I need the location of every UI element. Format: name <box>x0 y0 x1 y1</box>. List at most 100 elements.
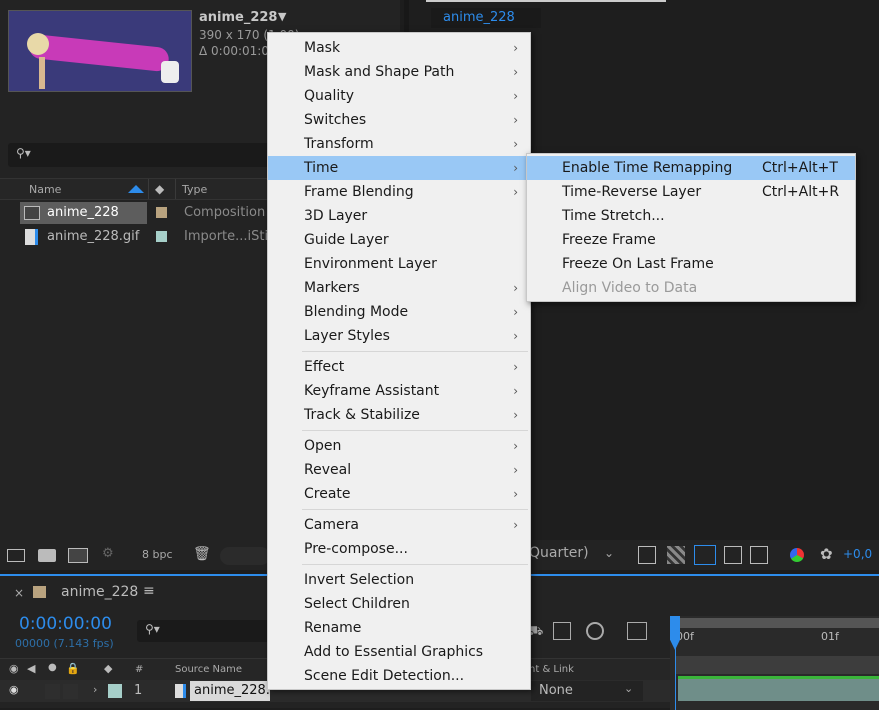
menu-separator <box>302 564 528 565</box>
type-column-header[interactable]: Type <box>182 183 207 196</box>
chevron-right-icon[interactable]: › <box>93 683 97 696</box>
menu-item-track-stabilize[interactable]: Track & Stabilize › <box>268 403 530 427</box>
menu-item-add-to-essential-graphics[interactable]: Add to Essential Graphics <box>268 640 530 664</box>
lock-icon[interactable]: 🔒 <box>66 662 80 675</box>
menu-item-freeze-on-last-frame[interactable]: Freeze On Last Frame <box>527 252 855 276</box>
new-folder-icon[interactable] <box>38 549 56 562</box>
channel-icon[interactable] <box>790 548 804 562</box>
layer-duration-bar[interactable] <box>678 679 879 701</box>
menu-item-time[interactable]: Time › <box>268 156 530 180</box>
menu-item-time-reverse-layer[interactable]: Time-Reverse Layer Ctrl+Alt+R <box>527 180 855 204</box>
label-color-swatch[interactable] <box>156 207 167 218</box>
new-composition-icon[interactable] <box>68 548 88 563</box>
timeline-track-area[interactable]: 00f 01f <box>670 616 879 710</box>
menu-item-blending-mode[interactable]: Blending Mode › <box>268 300 530 324</box>
menu-item-invert-selection[interactable]: Invert Selection <box>268 568 530 592</box>
label-color-swatch[interactable] <box>156 231 167 242</box>
menu-item-effect[interactable]: Effect › <box>268 355 530 379</box>
menu-item-pre-compose[interactable]: Pre-compose... <box>268 537 530 561</box>
menu-item-create[interactable]: Create › <box>268 482 530 506</box>
submenu-arrow-icon: › <box>513 41 518 55</box>
region-of-interest-icon[interactable] <box>724 546 742 564</box>
trash-icon[interactable]: 🗑 <box>193 546 211 562</box>
mask-visibility-icon[interactable] <box>694 545 716 565</box>
label-color-swatch[interactable] <box>108 684 122 698</box>
timeline-tab[interactable]: anime_228 <box>61 584 138 600</box>
menu-item-keyframe-assistant[interactable]: Keyframe Assistant › <box>268 379 530 403</box>
menu-item-frame-blending[interactable]: Frame Blending › <box>268 180 530 204</box>
footage-file-icon <box>175 684 186 698</box>
number-column-header: # <box>135 664 144 675</box>
panel-menu-icon[interactable]: ≡ <box>143 583 155 599</box>
search-icon: ⚲▾ <box>145 622 160 636</box>
graph-editor-icon[interactable] <box>627 622 647 640</box>
transparency-grid-icon[interactable] <box>667 546 685 564</box>
chevron-down-icon[interactable]: ⌄ <box>604 546 614 560</box>
time-submenu: Enable Time Remapping Ctrl+Alt+T Time-Rev… <box>526 153 856 302</box>
menu-item-open[interactable]: Open › <box>268 434 530 458</box>
menu-item-3d-layer[interactable]: 3D Layer <box>268 204 530 228</box>
source-name-column-header[interactable]: Source Name <box>175 664 242 675</box>
work-area-bar[interactable] <box>670 618 879 628</box>
menu-item-transform[interactable]: Transform › <box>268 132 530 156</box>
submenu-arrow-icon: › <box>513 360 518 374</box>
current-time-display[interactable]: 0:00:00:00 <box>19 614 112 634</box>
timeline-search-input[interactable]: ⚲▾ <box>137 620 270 642</box>
name-column-header[interactable]: Name <box>29 183 61 196</box>
frame-blending-icon[interactable] <box>553 622 571 640</box>
viewer-tab[interactable]: anime_228 <box>431 8 541 28</box>
menu-item-scene-edit-detection[interactable]: Scene Edit Detection... <box>268 664 530 688</box>
menu-item-switches[interactable]: Switches › <box>268 108 530 132</box>
menu-item-time-stretch[interactable]: Time Stretch... <box>527 204 855 228</box>
submenu-arrow-icon: › <box>513 463 518 477</box>
menu-separator <box>302 430 528 431</box>
menu-item-camera[interactable]: Camera › <box>268 513 530 537</box>
label-tag-icon[interactable]: ◆ <box>155 182 164 196</box>
menu-item-mask-and-shape-path[interactable]: Mask and Shape Path › <box>268 60 530 84</box>
menu-item-environment-layer[interactable]: Environment Layer <box>268 252 530 276</box>
reset-exposure-icon[interactable]: ✿ <box>820 545 833 563</box>
chevron-down-icon[interactable]: ⌄ <box>624 682 633 695</box>
search-icon: ⚲▾ <box>16 146 31 160</box>
project-item-row[interactable]: anime_228.gif Importe...iStill <box>0 226 275 248</box>
sort-ascending-icon[interactable] <box>128 185 144 193</box>
menu-item-rename[interactable]: Rename <box>268 616 530 640</box>
solo-icon[interactable]: ● <box>48 662 57 673</box>
menu-item-markers[interactable]: Markers › <box>268 276 530 300</box>
comp-dropdown-icon[interactable]: ▼ <box>278 10 286 23</box>
menu-item-mask[interactable]: Mask › <box>268 36 530 60</box>
submenu-arrow-icon: › <box>513 305 518 319</box>
fast-preview-icon[interactable] <box>638 546 656 564</box>
resolution-dropdown[interactable]: Quarter) <box>529 545 589 561</box>
parent-link-column-header[interactable]: nt & Link <box>529 664 574 675</box>
menu-item-reveal[interactable]: Reveal › <box>268 458 530 482</box>
audio-icon[interactable]: ◀ <box>27 662 35 675</box>
motion-blur-icon[interactable] <box>586 622 604 640</box>
frame-counter: 00000 (7.143 fps) <box>15 637 114 650</box>
layer-name-field[interactable]: anime_228.gif <box>190 681 270 701</box>
project-column-header: Name ◆ Type <box>0 178 270 200</box>
menu-item-guide-layer[interactable]: Guide Layer <box>268 228 530 252</box>
playhead[interactable] <box>670 616 680 650</box>
layer-number: 1 <box>134 683 143 698</box>
composition-thumbnail <box>8 10 192 92</box>
submenu-arrow-icon: › <box>513 185 518 199</box>
interpret-footage-icon[interactable] <box>7 549 25 562</box>
label-tag-icon[interactable]: ◆ <box>104 662 112 675</box>
submenu-arrow-icon: › <box>513 113 518 127</box>
bpc-button[interactable]: 8 bpc <box>142 548 173 561</box>
menu-item-enable-time-remapping[interactable]: Enable Time Remapping Ctrl+Alt+T <box>527 156 855 180</box>
project-item-type: Composition <box>184 205 266 220</box>
project-settings-icon[interactable]: ⚙ <box>102 546 114 561</box>
menu-item-select-children[interactable]: Select Children <box>268 592 530 616</box>
project-search-input[interactable]: ⚲▾ <box>8 143 270 167</box>
menu-item-freeze-frame[interactable]: Freeze Frame <box>527 228 855 252</box>
eye-icon[interactable]: ◉ <box>9 683 19 696</box>
guides-icon[interactable] <box>750 546 768 564</box>
eye-icon[interactable]: ◉ <box>9 662 19 675</box>
exposure-value[interactable]: +0,0 <box>843 547 872 561</box>
project-item-row[interactable]: anime_228 Composition <box>0 202 270 224</box>
menu-item-layer-styles[interactable]: Layer Styles › <box>268 324 530 348</box>
menu-item-quality[interactable]: Quality › <box>268 84 530 108</box>
close-icon[interactable]: × <box>14 586 24 600</box>
